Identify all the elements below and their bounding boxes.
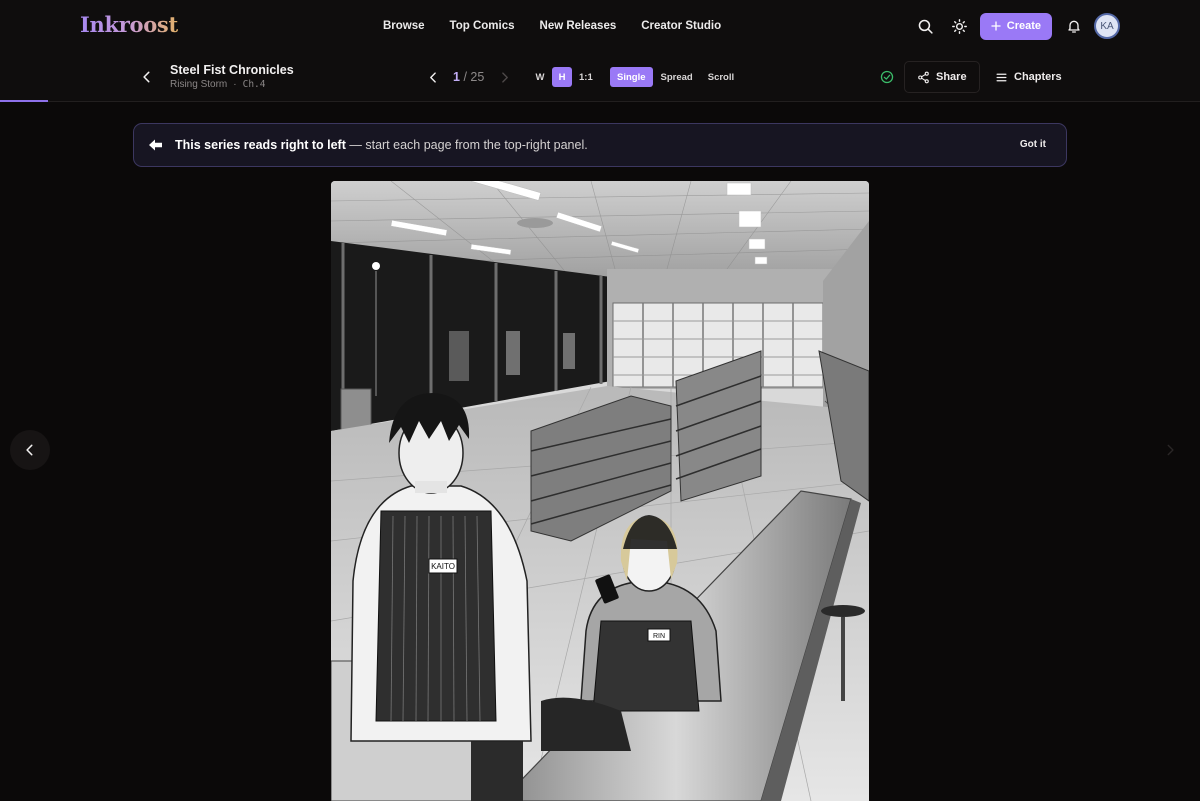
chevron-right-icon [501,71,508,83]
dismiss-notice-button[interactable]: Got it [1020,139,1046,150]
check-circle-icon [880,70,894,84]
next-page-button[interactable] [495,65,513,89]
top-navigation: Inkroost Browse Top Comics New Releases … [0,0,1200,52]
reading-mode-group: Single Spread Scroll [610,67,741,87]
chapters-button-label: Chapters [1014,71,1062,83]
theme-toggle-button[interactable] [948,14,972,38]
back-button[interactable] [137,65,157,89]
reading-direction-notice: This series reads right to left — start … [133,123,1067,167]
mode-scroll-button[interactable]: Scroll [701,67,741,87]
create-button-label: Create [1006,20,1041,32]
total-pages: 25 [470,70,485,84]
share-button[interactable]: Share [904,61,980,93]
notice-rest-text: — start each page from the top-right pan… [349,138,588,152]
separator-dot: · [233,79,237,90]
mode-spread-button[interactable]: Spread [654,67,700,87]
nav-link-browse[interactable]: Browse [383,20,425,32]
fit-mode-group: W H 1:1 [530,67,598,87]
arc-name: Rising Storm [170,79,228,90]
current-page: 1 [453,70,460,84]
fit-width-button[interactable]: W [530,67,550,87]
fit-height-button[interactable]: H [552,67,572,87]
page-pager: 1 / 25 [424,65,513,89]
previous-page-side-button[interactable] [10,430,50,470]
page-counter: 1 / 25 [453,70,484,84]
page-separator: / [463,70,467,84]
saved-status-indicator [878,68,896,86]
chevron-left-icon [429,71,436,83]
chapter-label: Ch.4 [242,79,266,90]
sun-icon [952,18,968,34]
bell-icon [1068,20,1080,33]
series-title[interactable]: Steel Fist Chronicles [170,63,294,77]
create-button[interactable]: Create [979,12,1052,40]
manga-page-illustration: KAITO RIN [331,181,869,801]
notifications-button[interactable] [1062,14,1086,38]
share-button-label: Share [936,71,967,83]
chevron-left-icon [26,444,33,456]
app-logo[interactable]: Inkroost [80,12,178,37]
share-icon [918,71,929,83]
nav-link-new-releases[interactable]: New Releases [540,20,617,32]
nav-actions: Create KA [914,0,1120,52]
plus-icon [991,21,1001,31]
reading-progress-bar [0,100,48,102]
nav-link-top-comics[interactable]: Top Comics [450,20,515,32]
search-icon [918,19,933,34]
list-icon [996,73,1007,81]
next-page-side-button[interactable] [1150,430,1190,470]
fit-original-button[interactable]: 1:1 [574,67,598,87]
previous-page-button[interactable] [424,65,442,89]
chevron-left-icon [143,71,150,83]
chevron-right-icon [1167,444,1174,456]
mode-single-button[interactable]: Single [610,67,653,87]
comic-page[interactable]: KAITO RIN [331,181,869,801]
main-nav-links: Browse Top Comics New Releases Creator S… [383,0,721,52]
notice-message: This series reads right to left — start … [175,138,588,152]
kaito-name-tag: KAITO [431,562,455,571]
notice-bold-text: This series reads right to left [175,138,346,152]
search-button[interactable] [914,14,938,38]
reader-toolbar: Steel Fist Chronicles Rising Storm · Ch.4 … [0,52,1200,102]
chapters-button[interactable]: Chapters [989,61,1068,93]
series-subtitle-row: Rising Storm · Ch.4 [170,79,265,90]
rin-name-tag: RIN [653,633,665,640]
arrow-left-icon [149,139,162,151]
nav-link-creator-studio[interactable]: Creator Studio [641,20,721,32]
user-avatar[interactable]: KA [1094,13,1120,39]
